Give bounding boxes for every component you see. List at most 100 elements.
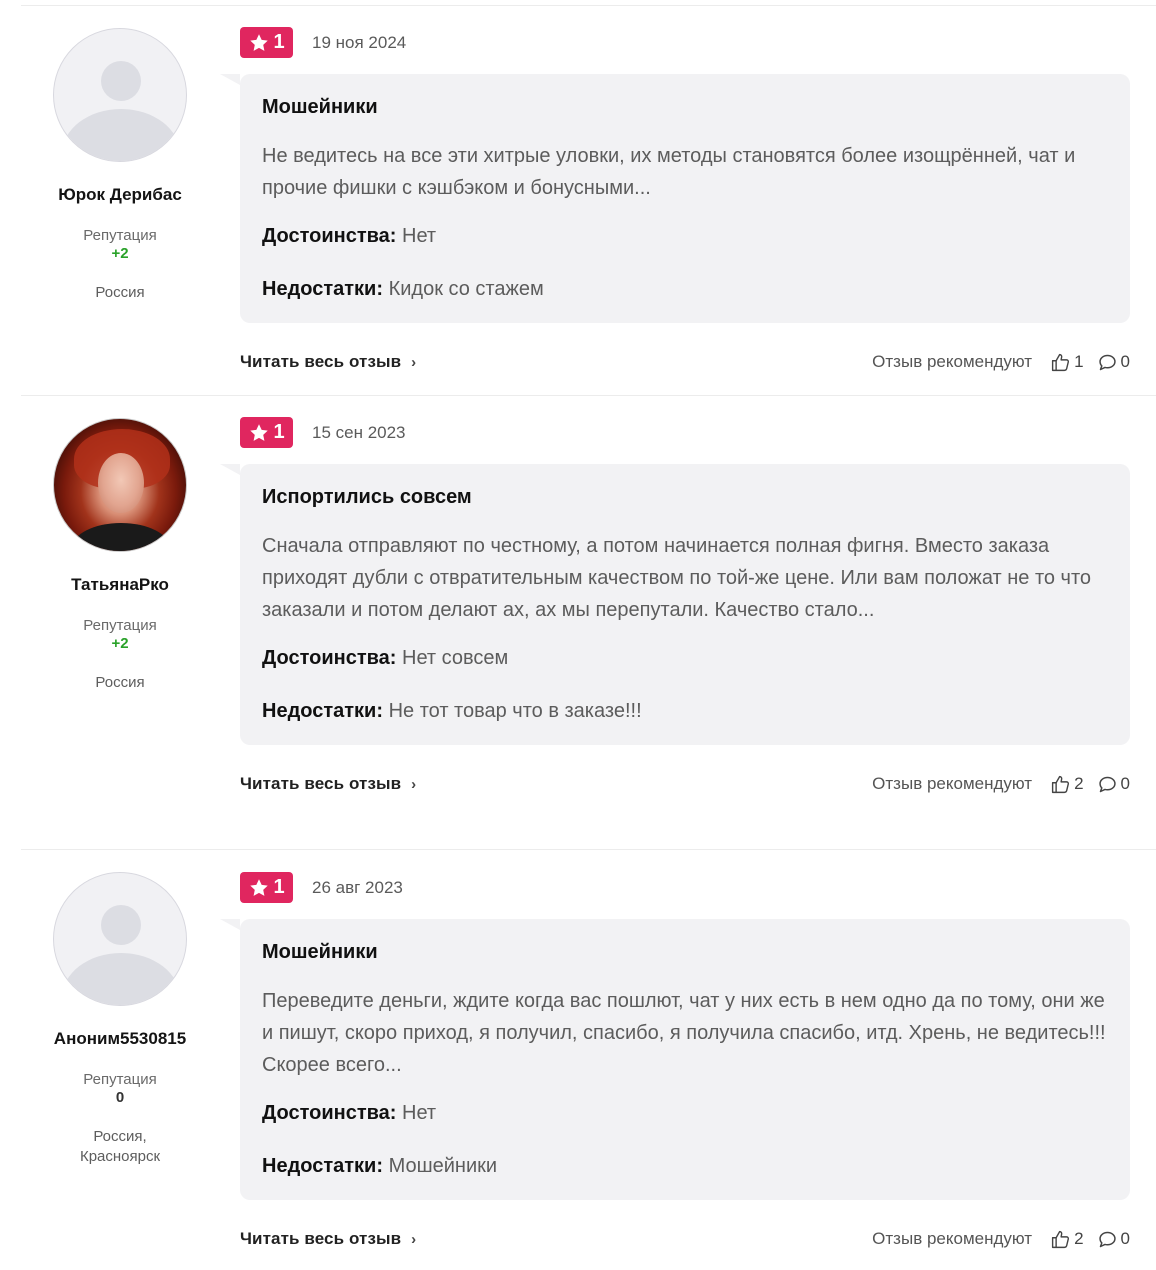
review-stats: Отзыв рекомендуют 1 0 xyxy=(872,352,1130,373)
author-location: Россия xyxy=(95,284,145,301)
review-item: ТатьянаРко Репутация +2 Россия 1 15 сен … xyxy=(21,396,1156,849)
rating-value: 1 xyxy=(273,421,285,443)
thumbs-up-icon xyxy=(1051,353,1070,371)
user-photo-avatar[interactable] xyxy=(53,418,187,552)
comment-icon xyxy=(1098,354,1116,370)
review-cons: Недостатки: Не тот товар что в заказе!!! xyxy=(262,697,1108,725)
pros-label: Достоинства: xyxy=(262,225,397,247)
author-location: Россия, Красноярск xyxy=(79,1128,161,1165)
review-card[interactable]: Испортились совсем Сначала отправляют по… xyxy=(220,464,1130,745)
review-pros: Достоинства: Нет совсем xyxy=(262,644,1108,672)
read-more-label: Читать весь отзыв xyxy=(240,352,402,371)
recommend-label: Отзыв рекомендуют xyxy=(872,352,1033,371)
review-meta: 1 15 сен 2023 xyxy=(240,417,1130,448)
author-name[interactable]: Аноним5530815 xyxy=(21,1029,219,1049)
comment-count: 0 xyxy=(1120,774,1130,793)
review-card[interactable]: Мошейники Не ведитесь на все эти хитрые … xyxy=(220,74,1130,323)
review-pros: Достоинства: Нет xyxy=(262,1099,1108,1127)
reputation-value: +2 xyxy=(111,245,129,262)
cons-value: Не тот товар что в заказе!!! xyxy=(388,700,642,722)
chevron-right-icon: › xyxy=(411,1230,417,1248)
read-more-label: Читать весь отзыв xyxy=(240,1229,402,1248)
recommend-label: Отзыв рекомендуют xyxy=(872,774,1033,793)
star-icon xyxy=(250,878,269,896)
recommend-label: Отзыв рекомендуют xyxy=(872,1229,1033,1248)
review-content: 1 26 авг 2023 Мошейники Переведите деньг… xyxy=(220,872,1130,1253)
review-item: Юрок Дерибас Репутация +2 Россия 1 19 но… xyxy=(21,6,1156,395)
review-author-block: ТатьянаРко Репутация +2 Россия xyxy=(21,418,219,693)
chevron-right-icon: › xyxy=(411,775,417,793)
thumbs-up-icon xyxy=(1051,775,1070,793)
cons-label: Недостатки: xyxy=(262,1155,384,1177)
like-count: 1 xyxy=(1074,352,1084,371)
reputation-label: Репутация xyxy=(83,1071,157,1088)
rating-badge: 1 xyxy=(240,27,293,58)
review-text: Не ведитесь на все эти хитрые уловки, их… xyxy=(262,145,1076,199)
review-card[interactable]: Мошейники Переведите деньги, ждите когда… xyxy=(220,919,1130,1200)
review-title[interactable]: Мошейники xyxy=(262,938,1108,966)
reputation-label: Репутация xyxy=(83,617,157,634)
reputation-value: +2 xyxy=(111,635,129,652)
cons-label: Недостатки: xyxy=(262,700,384,722)
read-full-review-link[interactable]: Читать весь отзыв › xyxy=(240,1229,416,1249)
like-count: 2 xyxy=(1074,774,1084,793)
comments-button[interactable]: 0 xyxy=(1097,774,1130,795)
review-author-block: Юрок Дерибас Репутация +2 Россия xyxy=(21,28,219,303)
review-date: 15 сен 2023 xyxy=(312,422,406,442)
reputation-value: 0 xyxy=(115,1089,125,1106)
review-text: Сначала отправляют по честному, а потом … xyxy=(262,535,1092,621)
rating-badge: 1 xyxy=(240,417,293,448)
comment-count: 0 xyxy=(1120,352,1130,371)
cons-value: Кидок со стажем xyxy=(388,278,544,300)
author-name[interactable]: Юрок Дерибас xyxy=(21,185,219,205)
comment-icon xyxy=(1098,1231,1116,1247)
read-more-label: Читать весь отзыв xyxy=(240,774,402,793)
star-icon xyxy=(250,33,269,51)
author-name[interactable]: ТатьянаРко xyxy=(21,575,219,595)
like-button[interactable]: 2 xyxy=(1050,774,1084,795)
comment-count: 0 xyxy=(1120,1229,1130,1248)
review-title[interactable]: Испортились совсем xyxy=(262,483,1108,511)
pros-label: Достоинства: xyxy=(262,1102,397,1124)
comments-button[interactable]: 0 xyxy=(1097,1229,1130,1250)
cons-label: Недостатки: xyxy=(262,278,384,300)
star-icon xyxy=(250,423,269,441)
review-meta: 1 26 авг 2023 xyxy=(240,872,1130,903)
default-avatar-icon[interactable] xyxy=(53,872,187,1006)
pros-value: Нет xyxy=(402,225,437,247)
rating-badge: 1 xyxy=(240,872,293,903)
read-full-review-link[interactable]: Читать весь отзыв › xyxy=(240,352,416,372)
review-content: 1 15 сен 2023 Испортились совсем Сначала… xyxy=(220,417,1130,798)
review-author-block: Аноним5530815 Репутация 0 Россия, Красно… xyxy=(21,872,219,1167)
like-button[interactable]: 1 xyxy=(1050,352,1084,373)
review-pros: Достоинства: Нет xyxy=(262,222,1108,250)
review-meta: 1 19 ноя 2024 xyxy=(240,27,1130,58)
comment-icon xyxy=(1098,776,1116,792)
review-date: 19 ноя 2024 xyxy=(312,32,407,52)
like-count: 2 xyxy=(1074,1229,1084,1248)
review-title[interactable]: Мошейники xyxy=(262,93,1108,121)
like-button[interactable]: 2 xyxy=(1050,1229,1084,1250)
default-avatar-icon[interactable] xyxy=(53,28,187,162)
reputation-label: Репутация xyxy=(83,227,157,244)
comments-button[interactable]: 0 xyxy=(1097,352,1130,373)
review-content: 1 19 ноя 2024 Мошейники Не ведитесь на в… xyxy=(220,27,1130,376)
pros-label: Достоинства: xyxy=(262,647,397,669)
review-cons: Недостатки: Мошейники xyxy=(262,1152,1108,1180)
review-text: Переведите деньги, ждите когда вас пошлю… xyxy=(262,990,1106,1076)
review-item: Аноним5530815 Репутация 0 Россия, Красно… xyxy=(21,850,1156,1270)
review-footer: Читать весь отзыв › Отзыв рекомендуют 1 0 xyxy=(240,348,1130,376)
pros-value: Нет xyxy=(402,1102,437,1124)
author-location: Россия xyxy=(95,674,145,691)
cons-value: Мошейники xyxy=(388,1155,498,1177)
chevron-right-icon: › xyxy=(411,353,417,371)
rating-value: 1 xyxy=(273,31,285,53)
read-full-review-link[interactable]: Читать весь отзыв › xyxy=(240,774,416,794)
pros-value: Нет совсем xyxy=(402,647,509,669)
thumbs-up-icon xyxy=(1051,1230,1070,1248)
review-stats: Отзыв рекомендуют 2 0 xyxy=(872,1229,1130,1250)
review-footer: Читать весь отзыв › Отзыв рекомендуют 2 0 xyxy=(240,770,1130,798)
review-footer: Читать весь отзыв › Отзыв рекомендуют 2 0 xyxy=(240,1225,1130,1253)
review-stats: Отзыв рекомендуют 2 0 xyxy=(872,774,1130,795)
review-date: 26 авг 2023 xyxy=(312,877,403,897)
